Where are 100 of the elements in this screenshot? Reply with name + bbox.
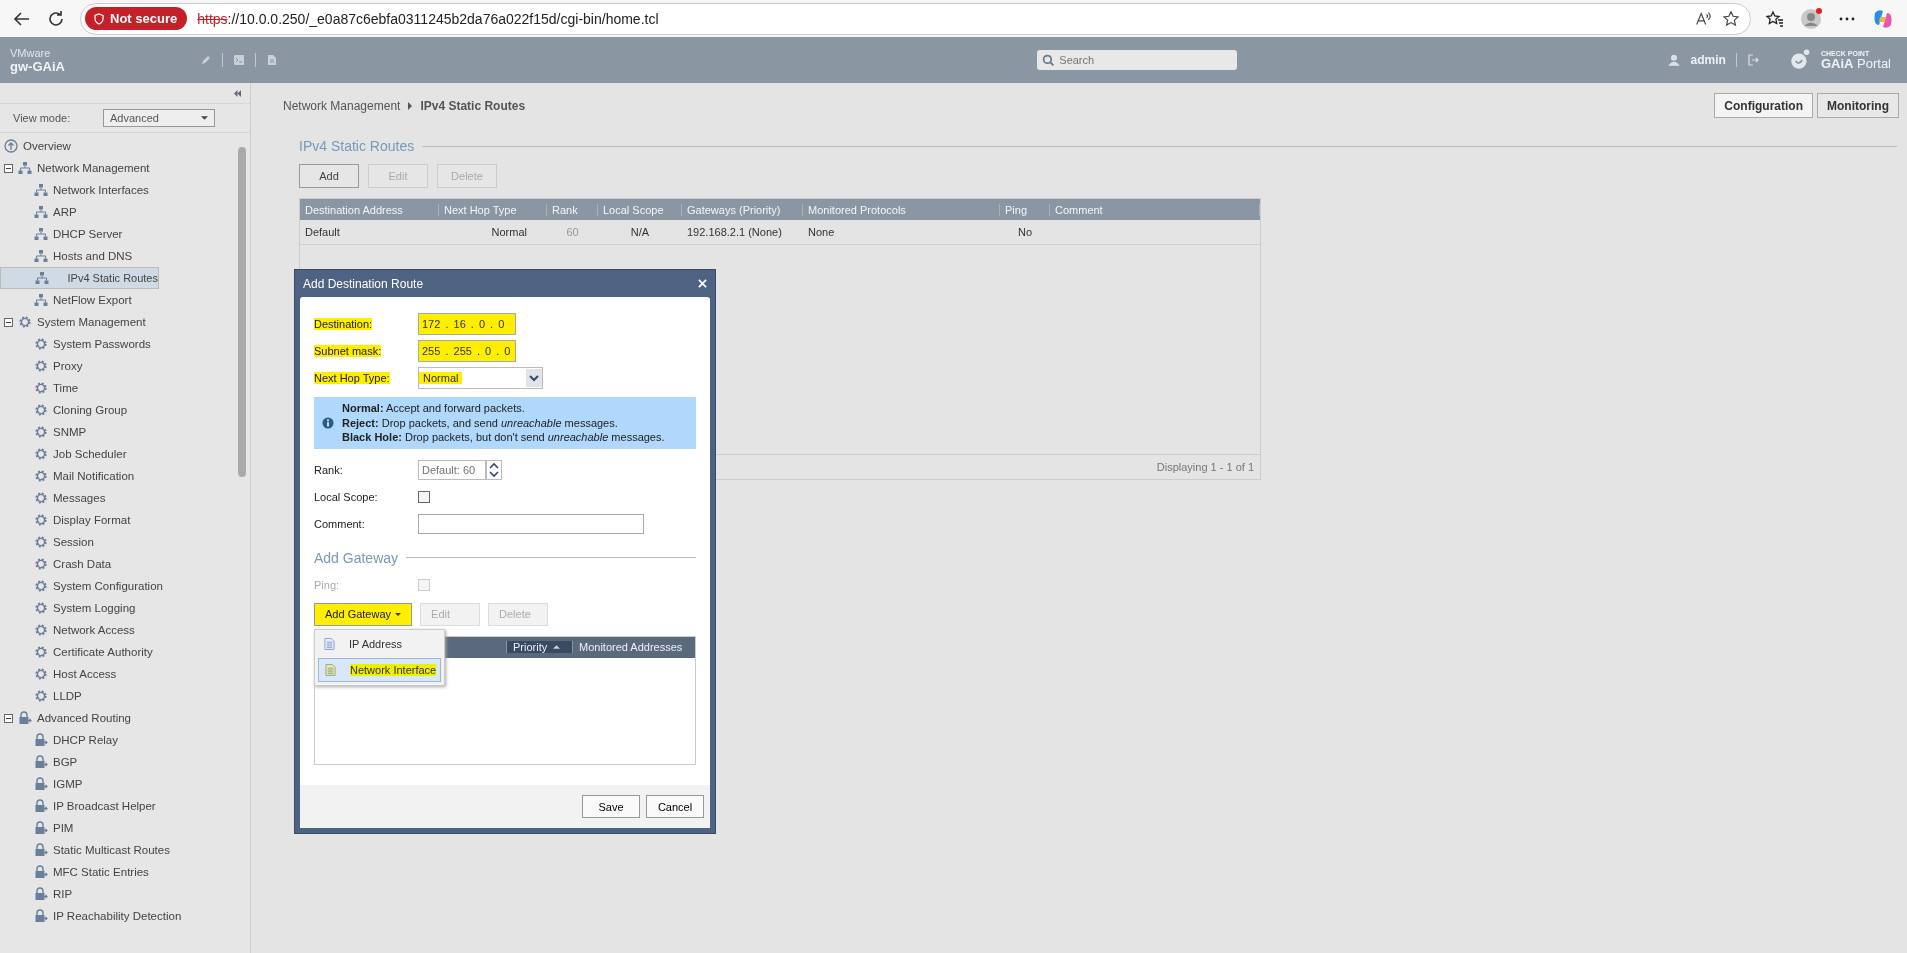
nav-item[interactable]: Messages: [0, 487, 234, 509]
breadcrumb-arrow-icon: [408, 101, 413, 110]
nav-item[interactable]: Host Access: [0, 663, 234, 685]
section-title: Add Gateway: [314, 549, 399, 566]
view-mode-dropdown[interactable]: Advanced: [103, 109, 215, 127]
nav-item[interactable]: IGMP: [0, 773, 234, 795]
nav-item[interactable]: SNMP: [0, 421, 234, 443]
field-label: Next Hop Type:: [314, 371, 391, 384]
table-cell-text: None: [807, 226, 836, 238]
dialog-button[interactable]: Cancel: [646, 795, 704, 818]
nav-item[interactable]: Cloning Group: [0, 399, 234, 421]
close-icon[interactable]: [698, 279, 707, 288]
gateway-button[interactable]: Add Gateway: [314, 602, 413, 626]
nav-item[interactable]: DHCP Relay: [0, 729, 234, 751]
info-text: Normal: Accept and forward packets.: [342, 401, 526, 416]
nav-item[interactable]: ARP: [0, 201, 234, 223]
table-cell-text: No: [1016, 226, 1034, 238]
gear-icon: [34, 491, 48, 505]
lock-arrow-icon: [34, 755, 48, 769]
nav-item[interactable]: System Management: [0, 311, 234, 333]
nav-item[interactable]: Time: [0, 377, 234, 399]
mode-tab[interactable]: Monitoring: [1817, 93, 1899, 118]
menu-item[interactable]: Network Interface: [318, 657, 442, 682]
info-text: Black Hole: Drop packets, but don't send unreachable messages.: [342, 430, 665, 445]
nav-item[interactable]: IP Reachability Detection: [0, 905, 234, 927]
profile-icon[interactable]: [1799, 6, 1823, 31]
arrow-circle-icon: [4, 139, 18, 153]
rank-field[interactable]: Default: 60: [418, 460, 486, 480]
nav-item[interactable]: Crash Data: [0, 553, 234, 575]
nav-item[interactable]: DHCP Server: [0, 223, 234, 245]
hostname-label: gw-GAiA: [10, 58, 66, 74]
view-mode-label: View mode:: [13, 112, 71, 124]
gear-icon: [34, 579, 48, 593]
nav-item[interactable]: Network Management: [0, 157, 234, 179]
collapse-sidebar-icon[interactable]: [233, 89, 242, 97]
toolbar-button[interactable]: Add: [299, 164, 359, 188]
nav-item[interactable]: Proxy: [0, 355, 234, 377]
table-cell-text: N/A: [629, 226, 651, 238]
document-icon: [324, 636, 335, 651]
collapse-toggle-icon[interactable]: [4, 163, 13, 173]
nav-item[interactable]: IP Broadcast Helper: [0, 795, 234, 817]
nav-item[interactable]: PIM: [0, 817, 234, 839]
spinner-arrows-icon[interactable]: [486, 460, 502, 480]
nav-item[interactable]: BGP: [0, 751, 234, 773]
menu-item[interactable]: IP Address: [318, 632, 442, 655]
column-header[interactable]: Monitored Addresses: [572, 641, 695, 653]
nav-item[interactable]: RIP: [0, 883, 234, 905]
nav-item[interactable]: Session: [0, 531, 234, 553]
nav-item[interactable]: System Logging: [0, 597, 234, 619]
nav-item[interactable]: Mail Notification: [0, 465, 234, 487]
gear-icon: [34, 667, 48, 681]
table-cell-text: 192.168.2.1 (None): [686, 226, 783, 238]
comment-field[interactable]: [418, 514, 644, 534]
reload-icon[interactable]: [46, 8, 66, 29]
nav-item[interactable]: Certificate Authority: [0, 641, 234, 663]
lock-arrow-icon: [34, 799, 48, 813]
search-icon: [1042, 54, 1056, 67]
nav-item[interactable]: Static Multicast Routes: [0, 839, 234, 861]
lock-arrow-icon: [34, 821, 48, 835]
nav-item[interactable]: System Configuration: [0, 575, 234, 597]
network-icon: [34, 293, 48, 307]
mode-tab[interactable]: Configuration: [1714, 93, 1813, 118]
nav-item[interactable]: System Passwords: [0, 333, 234, 355]
nav-item[interactable]: MFC Static Entries: [0, 861, 234, 883]
gear-icon: [34, 689, 48, 703]
info-icon: [322, 416, 334, 429]
ip-address-field[interactable]: 255 . 255 . 0 . 0: [418, 339, 516, 362]
lock-arrow-icon: [34, 843, 48, 857]
network-icon: [35, 271, 49, 285]
nav-item[interactable]: IPv4 Static Routes: [0, 267, 159, 289]
lock-arrow-icon: [34, 777, 48, 791]
breadcrumb-link[interactable]: Network Management: [283, 98, 401, 113]
collapse-toggle-icon[interactable]: [4, 317, 13, 327]
nav-item[interactable]: Hosts and DNS: [0, 245, 234, 267]
search-field[interactable]: Search: [1037, 50, 1238, 70]
user-icon: [1666, 53, 1681, 67]
nav-item[interactable]: NetFlow Export: [0, 289, 234, 311]
caret-icon: [395, 612, 402, 616]
security-warning-badge[interactable]: Not secure: [85, 7, 188, 30]
local-scope-checkbox[interactable]: [418, 491, 430, 503]
nav-item[interactable]: Advanced Routing: [0, 707, 234, 729]
nav-item[interactable]: Overview: [0, 135, 234, 157]
gear-icon: [34, 337, 48, 351]
nav-item[interactable]: LLDP: [0, 685, 234, 707]
sort-up-icon: [553, 645, 561, 649]
dialog-button[interactable]: Save: [582, 795, 640, 818]
network-icon: [18, 161, 32, 175]
nav-item[interactable]: Network Interfaces: [0, 179, 234, 201]
next-hop-dropdown[interactable]: Normal: [418, 366, 543, 389]
star-icon[interactable]: [1722, 9, 1740, 28]
breadcrumb-link[interactable]: IPv4 Static Routes: [420, 98, 526, 113]
ip-address-field[interactable]: 172 . 16 . 0 . 0: [418, 312, 516, 335]
column-header[interactable]: Priority: [506, 641, 572, 653]
address-text[interactable]: https://10.0.0.250/_e0a87c6ebfa0311245b2da76a022f15d/cgi-bin/home.tcl: [197, 10, 659, 27]
nav-item[interactable]: Network Access: [0, 619, 234, 641]
chevron-down-icon[interactable]: [526, 368, 542, 387]
nav-item[interactable]: Display Format: [0, 509, 234, 531]
collapse-toggle-icon[interactable]: [4, 713, 13, 723]
gear-icon: [34, 535, 48, 549]
nav-item[interactable]: Job Scheduler: [0, 443, 234, 465]
